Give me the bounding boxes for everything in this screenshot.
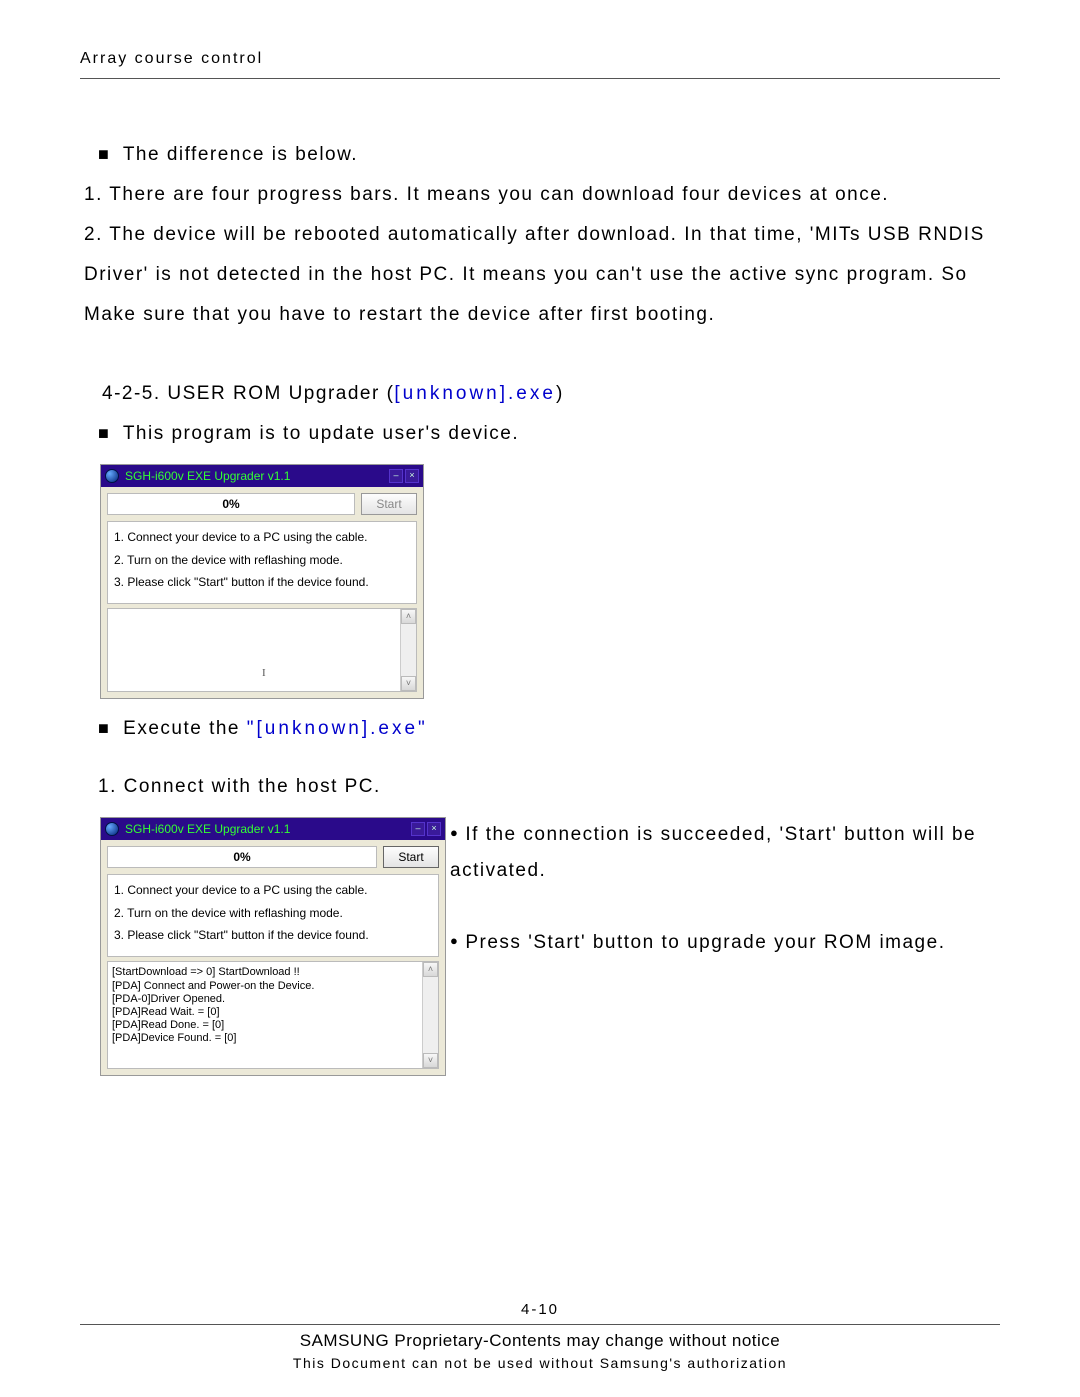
instruction-panel: 1. Connect your device to a PC using the… <box>107 874 439 957</box>
instruction-line: 1. Connect your device to a PC using the… <box>114 530 410 544</box>
close-icon[interactable]: × <box>405 469 419 483</box>
text: Execute the <box>123 718 247 739</box>
page-footer: 4-10 SAMSUNG Proprietary-Contents may ch… <box>80 1301 1000 1371</box>
minimize-icon[interactable]: – <box>389 469 403 483</box>
text-cursor-icon: I <box>262 667 266 680</box>
close-icon[interactable]: × <box>427 822 441 836</box>
start-button[interactable]: Start <box>383 846 439 868</box>
instruction-line: 3. Please click "Start" button if the de… <box>114 928 432 942</box>
point-1: 1. There are four progress bars. It mean… <box>84 175 1000 215</box>
window-titlebar: SGH-i600v EXE Upgrader v1.1 – × <box>101 465 423 487</box>
scroll-up-icon[interactable]: ˄ <box>401 609 416 624</box>
section-close: ) <box>556 383 564 404</box>
square-bullet-icon: ■ <box>98 144 110 164</box>
section-heading: 4-2-5. USER ROM Upgrader ([unknown].exe) <box>102 374 1000 414</box>
window-title: SGH-i600v EXE Upgrader v1.1 <box>125 469 383 483</box>
instruction-line: 3. Please click "Start" button if the de… <box>114 575 410 589</box>
log-panel: I ˄ ˅ <box>107 608 417 692</box>
log-line: [PDA]Read Done. = [0] <box>112 1019 420 1032</box>
footer-rule <box>80 1324 1000 1325</box>
instruction-line: 2. Turn on the device with reflashing mo… <box>114 906 432 920</box>
upgrader-window-connected: SGH-i600v EXE Upgrader v1.1 – × 0% Start… <box>100 817 446 1076</box>
footer-proprietary: SAMSUNG Proprietary-Contents may change … <box>80 1331 1000 1351</box>
log-line: [StartDownload => 0] StartDownload !! <box>112 966 420 979</box>
scrollbar[interactable]: ˄ ˅ <box>400 609 416 691</box>
square-bullet-icon: ■ <box>98 423 110 443</box>
section-description: ■ This program is to update user's devic… <box>98 414 1000 454</box>
step-1: 1. Connect with the host PC. <box>98 767 1000 807</box>
scrollbar[interactable]: ˄ ˅ <box>422 962 438 1068</box>
square-bullet-icon: ■ <box>98 718 110 738</box>
point-2: 2. The device will be rebooted automatic… <box>84 215 1000 335</box>
progress-bar: 0% <box>107 493 355 515</box>
progress-bar: 0% <box>107 846 377 868</box>
instruction-line: 2. Turn on the device with reflashing mo… <box>114 553 410 567</box>
app-icon <box>105 822 119 836</box>
side-note-2: ● Press 'Start' button to upgrade your RO… <box>450 925 1000 961</box>
exe-filename: "[unknown].exe" <box>247 718 428 739</box>
log-line: [PDA]Device Found. = [0] <box>112 1032 420 1045</box>
log-line: [PDA-0]Driver Opened. <box>112 993 420 1006</box>
text: This program is to update user's device. <box>123 423 519 444</box>
log-line: [PDA]Read Wait. = [0] <box>112 1006 420 1019</box>
side-note-1: ●If the connection is succeeded, 'Start'… <box>450 817 1000 889</box>
execute-line: ■ Execute the "[unknown].exe" <box>98 709 1000 749</box>
scroll-up-icon[interactable]: ˄ <box>423 962 438 977</box>
header-rule <box>80 78 1000 79</box>
round-bullet-icon: ● <box>450 825 459 840</box>
page-number: 4-10 <box>80 1301 1000 1318</box>
window-titlebar: SGH-i600v EXE Upgrader v1.1 – × <box>101 818 445 840</box>
start-button[interactable]: Start <box>361 493 417 515</box>
text: Press 'Start' button to upgrade your ROM… <box>465 932 945 953</box>
log-panel: [StartDownload => 0] StartDownload !! [P… <box>107 961 439 1069</box>
instruction-panel: 1. Connect your device to a PC using the… <box>107 521 417 604</box>
log-line: [PDA] Connect and Power-on the Device. <box>112 980 420 993</box>
instruction-line: 1. Connect your device to a PC using the… <box>114 883 432 897</box>
round-bullet-icon: ● <box>450 933 459 948</box>
upgrader-window-initial: SGH-i600v EXE Upgrader v1.1 – × 0% Start… <box>100 464 424 699</box>
minimize-icon[interactable]: – <box>411 822 425 836</box>
scroll-down-icon[interactable]: ˅ <box>401 676 416 691</box>
window-title: SGH-i600v EXE Upgrader v1.1 <box>125 822 405 836</box>
difference-heading: ■ The difference is below. <box>98 135 1000 175</box>
scroll-down-icon[interactable]: ˅ <box>423 1053 438 1068</box>
footer-authorization: This Document can not be used without Sa… <box>80 1355 1000 1371</box>
text: The difference is below. <box>123 144 358 165</box>
text: If the connection is succeeded, 'Start' … <box>450 824 976 881</box>
exe-filename: [unknown].exe <box>394 383 556 404</box>
section-number: 4-2-5. USER ROM Upgrader ( <box>102 383 394 404</box>
page-header: Array course control <box>80 50 1000 68</box>
app-icon <box>105 469 119 483</box>
